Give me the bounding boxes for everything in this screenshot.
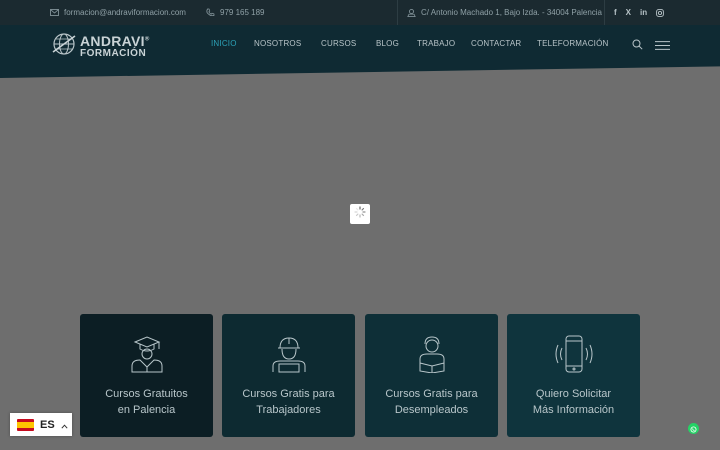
location-icon (407, 8, 416, 17)
facebook-icon[interactable]: f (614, 8, 617, 17)
site-logo[interactable]: ANDRAVI® FORMACIÓN (52, 31, 150, 61)
whatsapp-button[interactable] (688, 423, 699, 434)
address-contact: C/ Antonio Machado 1, Bajo Izda. - 34004… (407, 0, 602, 25)
nav-item-blog[interactable]: BLOG (376, 39, 399, 48)
x-twitter-icon[interactable]: X (626, 8, 631, 17)
card-title-line-1: Quiero Solicitar (535, 388, 612, 400)
card-cursos-gratuitos[interactable]: Cursos Gratuitos en Palencia (80, 314, 213, 437)
card-title-line-1: Cursos Gratis para (385, 388, 478, 400)
card-title-line-2: Desempleados (394, 404, 469, 416)
card-title-line-2: en Palencia (117, 404, 176, 416)
card-title-line-2: Más Información (532, 404, 615, 416)
top-info-bar: formacion@andraviformacion.com 979 165 1… (0, 0, 720, 25)
logo-line-2: FORMACIÓN (80, 47, 147, 59)
language-code: ES (40, 418, 55, 431)
logo-line-1: ANDRAVI (80, 32, 145, 49)
instagram-icon[interactable] (656, 8, 664, 17)
divider (397, 0, 398, 25)
nav-item-trabajo[interactable]: TRABAJO (417, 39, 455, 48)
nav-item-nosotros[interactable]: NOSOTROS (254, 39, 301, 48)
search-icon[interactable] (632, 37, 643, 55)
card-cursos-trabajadores[interactable]: Cursos Gratis para Trabajadores (222, 314, 355, 437)
nav-actions (632, 37, 670, 55)
nav-item-inicio[interactable]: INICIO (211, 39, 237, 48)
registered-mark: ® (144, 35, 150, 42)
whatsapp-icon (690, 420, 697, 438)
card-title-line-1: Cursos Gratuitos (105, 388, 188, 400)
language-switcher[interactable]: ES (10, 413, 72, 436)
divider (604, 0, 605, 25)
card-title-line-2: Trabajadores (256, 404, 321, 416)
card-title-line-1: Cursos Gratis para (242, 388, 335, 400)
phone-text[interactable]: 979 165 189 (220, 8, 265, 17)
spinner-icon (354, 205, 366, 223)
social-links: f X in (614, 0, 664, 25)
chevron-up-icon (61, 416, 68, 434)
card-title: Cursos Gratuitos en Palencia (99, 386, 194, 418)
nav-item-contactar[interactable]: CONTACTAR (471, 39, 521, 48)
main-navigation: ANDRAVI® FORMACIÓN INICIO NOSOTROS CURSO… (0, 25, 720, 78)
linkedin-icon[interactable]: in (640, 8, 647, 17)
graduate-icon (130, 334, 164, 374)
nav-item-cursos[interactable]: CURSOS (321, 39, 356, 48)
loading-spinner (350, 204, 370, 224)
card-title: Cursos Gratis para Trabajadores (236, 386, 340, 418)
phone-icon (206, 8, 215, 17)
card-title: Cursos Gratis para Desempleados (379, 386, 483, 418)
globe-logo-icon (52, 32, 76, 61)
phone-contact[interactable]: 979 165 189 (206, 0, 265, 25)
reader-book-icon (417, 334, 447, 374)
email-text[interactable]: formacion@andraviformacion.com (64, 8, 186, 17)
card-cursos-desempleados[interactable]: Cursos Gratis para Desempleados (365, 314, 498, 437)
mail-icon (50, 9, 59, 16)
address-text: C/ Antonio Machado 1, Bajo Izda. - 34004… (421, 8, 603, 17)
card-solicitar-informacion[interactable]: Quiero Solicitar Más Información (507, 314, 640, 437)
spain-flag-icon (17, 418, 34, 431)
email-contact[interactable]: formacion@andraviformacion.com (50, 0, 186, 25)
worker-helmet-icon (270, 334, 308, 374)
ringing-phone-icon (554, 334, 594, 374)
hamburger-menu-icon[interactable] (655, 37, 670, 55)
nav-item-teleformacion[interactable]: TELEFORMACIÓN (537, 39, 609, 48)
card-title: Quiero Solicitar Más Información (527, 386, 620, 418)
